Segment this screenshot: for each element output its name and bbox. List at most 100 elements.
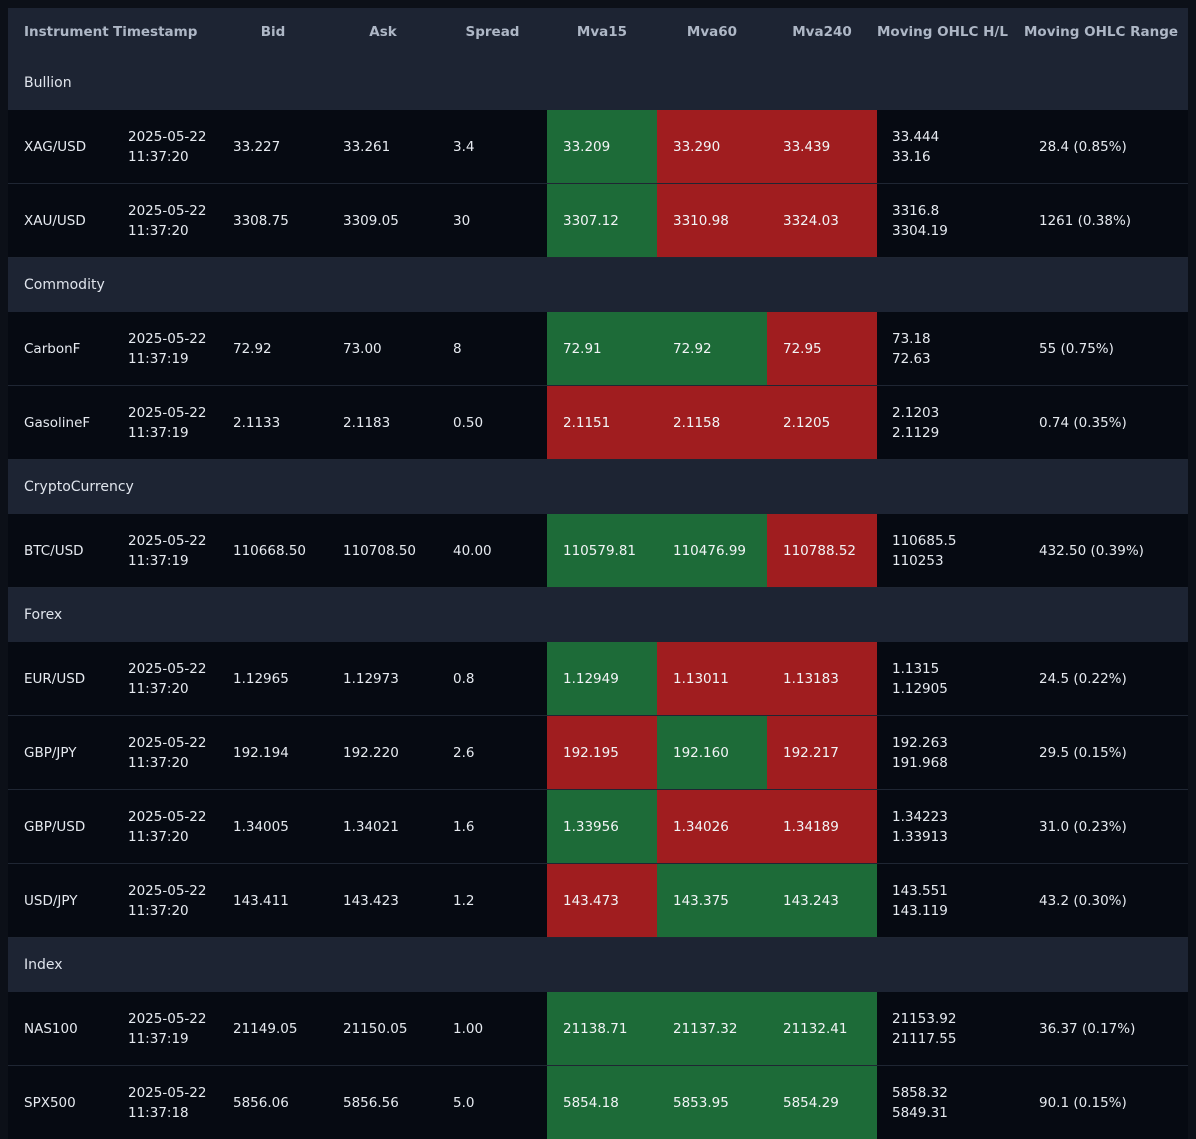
ohlc-range-cell: 90.1 (0.15%) [1039,1094,1127,1111]
table-row[interactable]: GasolineF 2025-05-22 11:37:19 2.1133 2.1183 0… [8,386,1188,460]
group-header-row[interactable]: Index [8,938,1188,992]
table-row[interactable]: XAU/USD 2025-05-22 11:37:20 3308.75 3309.05 3… [8,184,1188,258]
spread-cell: 3.4 [453,138,475,155]
ohlc-high-low-cell: 2.1203 2.1129 [877,386,1024,459]
mva60-cell: 3310.98 [657,184,767,257]
ohlc-range-cell: 55 (0.75%) [1039,340,1114,357]
mva60-cell: 192.160 [657,716,767,789]
group-name: Commodity [24,277,105,293]
mva15-cell: 21138.71 [547,992,657,1065]
column-header-mva15[interactable]: Mva15 [547,22,657,42]
column-header-spread[interactable]: Spread [438,22,547,42]
ohlc-high: 2.1203 [892,404,940,421]
instrument-cell: BTC/USD [24,542,84,559]
instrument-cell: USD/JPY [24,892,78,909]
ohlc-low: 1.33913 [892,828,948,845]
timestamp-time: 11:37:18 [128,1104,189,1121]
timestamp-cell: 2025-05-22 11:37:20 [113,642,218,715]
group-header-row[interactable]: CryptoCurrency [8,460,1188,514]
column-header-ask[interactable]: Ask [328,22,438,42]
ohlc-high-low-cell: 5858.32 5849.31 [877,1066,1024,1139]
table-row[interactable]: EUR/USD 2025-05-22 11:37:20 1.12965 1.12973 0… [8,642,1188,716]
mva15-cell: 1.12949 [547,642,657,715]
instrument-cell: GBP/USD [24,818,86,835]
ohlc-range-cell: 31.0 (0.23%) [1039,818,1127,835]
bid-cell: 3308.75 [233,212,289,229]
timestamp-time: 11:37:19 [128,552,189,569]
ohlc-range-cell: 43.2 (0.30%) [1039,892,1127,909]
bid-cell: 143.411 [233,892,289,909]
timestamp-date: 2025-05-22 [128,1010,207,1027]
table-row[interactable]: SPX500 2025-05-22 11:37:18 5856.06 5856.56 5.… [8,1066,1188,1139]
group-header-row[interactable]: Commodity [8,258,1188,312]
timestamp-time: 11:37:19 [128,350,189,367]
ohlc-high-low-cell: 3316.8 3304.19 [877,184,1024,257]
mva60-cell: 143.375 [657,864,767,937]
column-header-ohlc-hl[interactable]: Moving OHLC H/L [877,22,1024,42]
group-name: Forex [24,607,63,623]
group-name: Index [24,957,63,973]
timestamp-cell: 2025-05-22 11:37:20 [113,716,218,789]
column-header-mva240[interactable]: Mva240 [767,22,877,42]
timestamp-date: 2025-05-22 [128,660,207,677]
group-header-row[interactable]: Bullion [8,56,1188,110]
timestamp-date: 2025-05-22 [128,808,207,825]
timestamp-date: 2025-05-22 [128,202,207,219]
ohlc-range-cell: 0.74 (0.35%) [1039,414,1127,431]
timestamp-cell: 2025-05-22 11:37:19 [113,386,218,459]
table-row[interactable]: GBP/USD 2025-05-22 11:37:20 1.34005 1.34021 1… [8,790,1188,864]
ohlc-high: 3316.8 [892,202,940,219]
ohlc-low: 72.63 [892,350,931,367]
column-header-instrument[interactable]: Instrument [8,22,113,42]
timestamp-date: 2025-05-22 [128,128,207,145]
group-header-row[interactable]: Forex [8,588,1188,642]
bid-cell: 1.12965 [233,670,289,687]
table-row[interactable]: XAG/USD 2025-05-22 11:37:20 33.227 33.261 3.4… [8,110,1188,184]
column-header-bid[interactable]: Bid [218,22,328,42]
mva240-cell: 1.34189 [767,790,877,863]
table-row[interactable]: NAS100 2025-05-22 11:37:19 21149.05 21150.05… [8,992,1188,1066]
mva240-cell: 3324.03 [767,184,877,257]
ohlc-range-cell: 28.4 (0.85%) [1039,138,1127,155]
mva60-cell: 2.1158 [657,386,767,459]
mva60-cell: 1.13011 [657,642,767,715]
ohlc-high-low-cell: 1.34223 1.33913 [877,790,1024,863]
ohlc-high: 192.263 [892,734,948,751]
table-row[interactable]: CarbonF 2025-05-22 11:37:19 72.92 73.00 8 72.9… [8,312,1188,386]
mva60-cell: 33.290 [657,110,767,183]
column-header-timestamp[interactable]: Timestamp [113,22,218,42]
table-body: Bullion XAG/USD 2025-05-22 11:37:20 33.227 33… [8,56,1188,1139]
ohlc-high-low-cell: 110685.5 110253 [877,514,1024,587]
ohlc-range-cell: 36.37 (0.17%) [1039,1020,1136,1037]
ohlc-low: 110253 [892,552,944,569]
spread-cell: 1.2 [453,892,475,909]
mva60-cell: 21137.32 [657,992,767,1065]
instrument-cell: GBP/JPY [24,744,77,761]
ohlc-high-low-cell: 73.18 72.63 [877,312,1024,385]
ohlc-high-low-cell: 1.1315 1.12905 [877,642,1024,715]
spread-cell: 2.6 [453,744,475,761]
instrument-cell: SPX500 [24,1094,76,1111]
mva15-cell: 3307.12 [547,184,657,257]
bid-cell: 2.1133 [233,414,281,431]
table-row[interactable]: BTC/USD 2025-05-22 11:37:19 110668.50 110708… [8,514,1188,588]
table-row[interactable]: GBP/JPY 2025-05-22 11:37:20 192.194 192.220 2… [8,716,1188,790]
mva15-cell: 72.91 [547,312,657,385]
timestamp-time: 11:37:20 [128,754,189,771]
ask-cell: 1.34021 [343,818,399,835]
ohlc-low: 33.16 [892,148,931,165]
ohlc-high-low-cell: 192.263 191.968 [877,716,1024,789]
timestamp-cell: 2025-05-22 11:37:19 [113,514,218,587]
mva15-cell: 33.209 [547,110,657,183]
table-row[interactable]: USD/JPY 2025-05-22 11:37:20 143.411 143.423 1… [8,864,1188,938]
spread-cell: 5.0 [453,1094,475,1111]
timestamp-date: 2025-05-22 [128,734,207,751]
bid-cell: 1.34005 [233,818,289,835]
column-header-mva60[interactable]: Mva60 [657,22,767,42]
mva60-cell: 1.34026 [657,790,767,863]
bid-cell: 110668.50 [233,542,307,559]
spread-cell: 1.00 [453,1020,484,1037]
column-header-ohlc-range[interactable]: Moving OHLC Range [1024,22,1188,42]
ohlc-high: 143.551 [892,882,948,899]
mva240-cell: 33.439 [767,110,877,183]
